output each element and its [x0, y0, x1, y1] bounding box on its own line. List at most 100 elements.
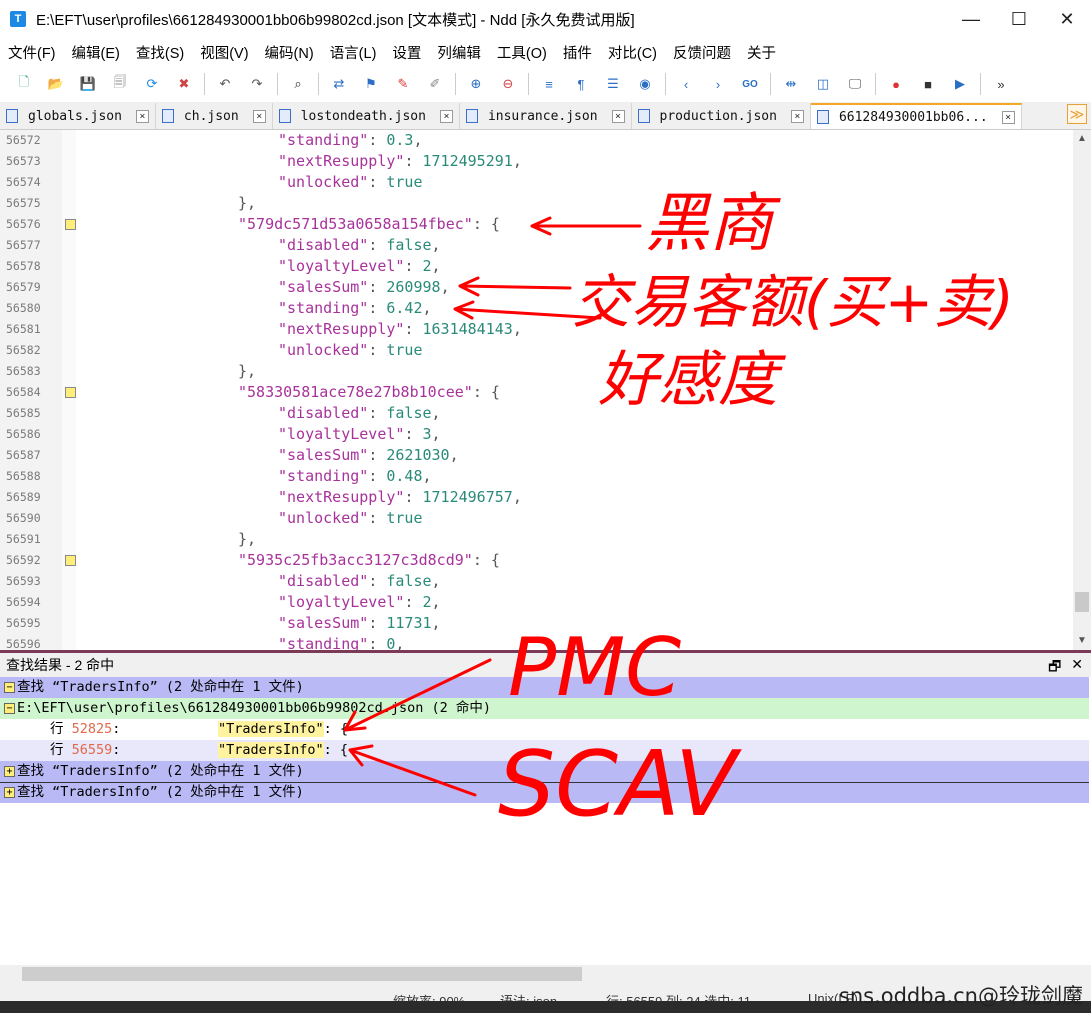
- menu-item[interactable]: 视图(V): [192, 42, 256, 63]
- json-key: "standing": [278, 299, 369, 317]
- overflow-icon[interactable]: »: [990, 73, 1012, 95]
- collapse-icon[interactable]: −: [4, 703, 15, 714]
- open-file-icon[interactable]: 📂: [45, 73, 67, 95]
- zoom-in-icon[interactable]: ⊕: [465, 73, 487, 95]
- menu-item[interactable]: 设置: [384, 42, 429, 63]
- save-icon[interactable]: 💾: [77, 73, 99, 95]
- code-text: "salesSum": 11731,: [278, 614, 441, 632]
- bookmark-icon[interactable]: ⚑: [360, 73, 382, 95]
- find-icon[interactable]: ⌕: [287, 73, 309, 95]
- tab-active-file[interactable]: 661284930001bb06... ×: [810, 103, 1022, 129]
- next-icon[interactable]: ›: [707, 73, 729, 95]
- macro-play-icon[interactable]: ▶: [949, 73, 971, 95]
- menu-item[interactable]: 列编辑: [429, 42, 489, 63]
- minimize-button[interactable]: —: [947, 0, 995, 38]
- tab-list-dropdown-button[interactable]: ≫: [1067, 104, 1087, 124]
- code-text: "standing": 6.42,: [278, 299, 432, 317]
- menu-item[interactable]: 反馈问题: [665, 42, 739, 63]
- tab-label: production.json: [659, 108, 777, 124]
- brace-token: },: [238, 194, 257, 212]
- monitor-icon[interactable]: 🖵: [844, 73, 866, 95]
- macro-stop-icon[interactable]: ■: [917, 73, 939, 95]
- fold-toggle-icon[interactable]: [65, 387, 76, 398]
- menu-item[interactable]: 文件(F): [0, 42, 64, 63]
- scrollbar-thumb[interactable]: [1075, 592, 1089, 612]
- json-key: "nextResupply": [278, 488, 405, 506]
- prev-icon[interactable]: ‹: [675, 73, 697, 95]
- close-tab-icon[interactable]: ×: [135, 109, 149, 123]
- indent-guide-icon[interactable]: ☰: [602, 73, 624, 95]
- find-search-row[interactable]: + 查找 “TradersInfo” (2 处命中在 1 文件): [0, 782, 1089, 803]
- h-scrollbar-thumb[interactable]: [22, 967, 582, 981]
- menu-item[interactable]: 工具(O): [489, 42, 555, 63]
- menu-item[interactable]: 编辑(E): [64, 42, 128, 63]
- brace-token: },: [238, 530, 257, 548]
- menu-item[interactable]: 插件: [555, 42, 600, 63]
- close-window-button[interactable]: ✕: [1043, 0, 1091, 38]
- zoom-out-icon[interactable]: ⊖: [497, 73, 519, 95]
- close-tab-icon[interactable]: ×: [1001, 110, 1015, 124]
- show-symbols-icon[interactable]: ¶: [570, 73, 592, 95]
- new-file-icon[interactable]: 🗋: [13, 73, 35, 95]
- json-key: "579dc571d53a0658a154fbec": [238, 215, 473, 233]
- code-line: 56591},: [0, 529, 1066, 550]
- redo-icon[interactable]: ↷: [246, 73, 268, 95]
- code-line: 56590 "unlocked": true: [0, 508, 1066, 529]
- close-tab-icon[interactable]: ×: [611, 109, 625, 123]
- fold-toggle-icon[interactable]: [65, 219, 76, 230]
- save-all-icon[interactable]: 🗐: [109, 73, 131, 95]
- scroll-down-icon[interactable]: ▼: [1073, 632, 1091, 650]
- code-text: },: [238, 193, 256, 214]
- code-text: "loyaltyLevel": 2,: [278, 593, 441, 611]
- toolbar-separator: [980, 73, 981, 95]
- menu-item[interactable]: 编码(N): [257, 42, 322, 63]
- expand-icon[interactable]: +: [4, 766, 15, 777]
- menu-item[interactable]: 对比(C): [600, 42, 665, 63]
- clear-mark-icon[interactable]: ✐: [424, 73, 446, 95]
- collapse-icon[interactable]: −: [4, 682, 15, 693]
- code-editor[interactable]: 56572 "standing": 0.3, 56573 "nextResupply"…: [0, 130, 1091, 650]
- find-search-row[interactable]: + 查找 “TradersInfo” (2 处命中在 1 文件): [0, 761, 1089, 782]
- tab-bar: globals.json × ch.json × lostondeath.json × in…: [0, 102, 1091, 130]
- tab-file[interactable]: lostondeath.json ×: [272, 103, 460, 129]
- json-value: 6.42: [386, 299, 423, 317]
- replace-icon[interactable]: ⇄: [328, 73, 350, 95]
- close-tab-icon[interactable]: ×: [252, 109, 266, 123]
- close-file-icon[interactable]: ✖: [173, 73, 195, 95]
- find-search-row[interactable]: − 查找 “TradersInfo” (2 处命中在 1 文件): [0, 677, 1089, 698]
- expand-icon[interactable]: +: [4, 787, 15, 798]
- close-tab-icon[interactable]: ×: [790, 109, 804, 123]
- record-icon[interactable]: ◉: [634, 73, 656, 95]
- menu-item[interactable]: 查找(S): [128, 42, 192, 63]
- scroll-up-icon[interactable]: ▲: [1073, 130, 1091, 148]
- line-number: 56577: [6, 238, 41, 252]
- fold-toggle-icon[interactable]: [65, 555, 76, 566]
- goto-icon[interactable]: GO: [739, 73, 761, 95]
- tab-file[interactable]: production.json ×: [631, 103, 811, 129]
- editor-vertical-scrollbar[interactable]: ▲ ▼: [1073, 130, 1091, 650]
- toolbar-separator: [770, 73, 771, 95]
- find-hit-row[interactable]: 行 56559: "TradersInfo": {: [0, 740, 1089, 761]
- close-tab-icon[interactable]: ×: [439, 109, 453, 123]
- code-line: 56578 "loyaltyLevel": 2,: [0, 256, 1066, 277]
- marker-icon[interactable]: ✎: [392, 73, 414, 95]
- tab-file[interactable]: globals.json ×: [0, 103, 156, 129]
- split-view-icon[interactable]: ◫: [812, 73, 834, 95]
- menu-item[interactable]: 关于: [739, 42, 784, 63]
- tab-file[interactable]: ch.json ×: [155, 103, 273, 129]
- code-text: "salesSum": 260998,: [278, 278, 450, 296]
- code-text: "standing": 0.48,: [278, 467, 432, 485]
- maximize-button[interactable]: ☐: [995, 0, 1043, 38]
- wrap-icon[interactable]: ≡: [538, 73, 560, 95]
- tab-file[interactable]: insurance.json ×: [459, 103, 632, 129]
- tab-label: globals.json: [28, 108, 122, 124]
- menu-item[interactable]: 语言(L): [322, 42, 385, 63]
- macro-record-icon[interactable]: ●: [885, 73, 907, 95]
- reload-icon[interactable]: ⟳: [141, 73, 163, 95]
- compare-icon[interactable]: ⇹: [780, 73, 802, 95]
- line-number: 56591: [6, 532, 41, 546]
- undo-icon[interactable]: ↶: [214, 73, 236, 95]
- find-hit-row[interactable]: 行 52825: "TradersInfo": {: [0, 719, 1089, 740]
- find-file-row[interactable]: − E:\EFT\user\profiles\661284930001bb06b9…: [0, 698, 1089, 719]
- line-number: 56593: [6, 574, 41, 588]
